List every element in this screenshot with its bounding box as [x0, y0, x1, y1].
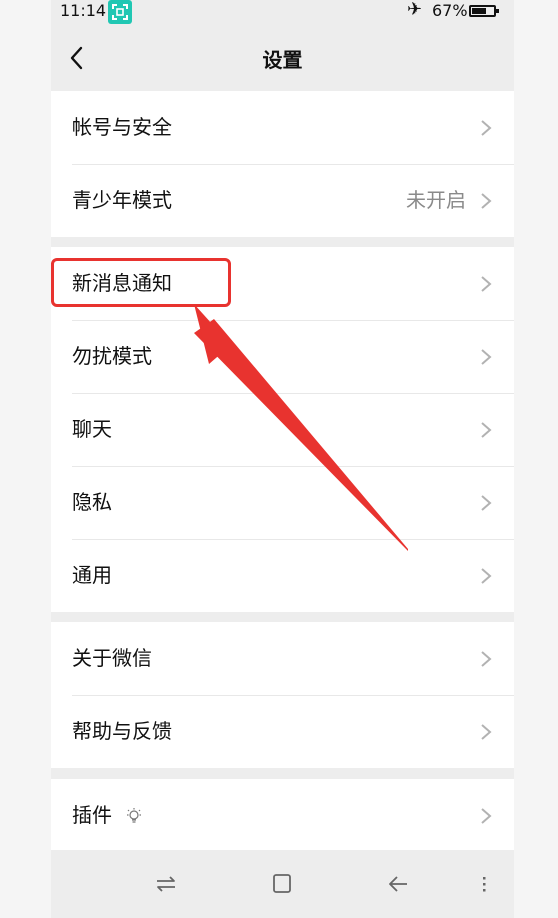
chevron-right-icon [481, 724, 492, 740]
chevron-right-icon [481, 808, 492, 824]
item-label: 插件 [72, 803, 112, 827]
chevron-right-icon [481, 193, 492, 209]
settings-item-plugins[interactable]: 插件 [51, 779, 514, 850]
home-square-icon[interactable] [271, 874, 293, 894]
settings-item-do-not-disturb[interactable]: 勿扰模式 [51, 320, 514, 393]
menu-dots-icon[interactable] [479, 874, 489, 894]
settings-item-teen-mode[interactable]: 青少年模式 未开启 [51, 164, 514, 237]
settings-item-account-security[interactable]: 帐号与安全 [51, 91, 514, 164]
scan-frame-icon [108, 0, 132, 24]
settings-item-about-wechat[interactable]: 关于微信 [51, 622, 514, 695]
settings-group-plugins: 插件 [51, 779, 514, 850]
chevron-right-icon [481, 349, 492, 365]
chevron-right-icon [481, 568, 492, 584]
settings-item-general[interactable]: 通用 [51, 539, 514, 612]
item-label: 关于微信 [72, 646, 152, 670]
settings-item-privacy[interactable]: 隐私 [51, 466, 514, 539]
item-label: 勿扰模式 [72, 344, 152, 368]
item-value: 未开启 [406, 188, 466, 212]
system-nav-bar [51, 850, 514, 918]
battery-percent: 67% [432, 1, 468, 20]
settings-item-help-feedback[interactable]: 帮助与反馈 [51, 695, 514, 768]
page-title: 设置 [262, 48, 303, 72]
status-time: 11:14 [60, 1, 107, 20]
item-label: 帮助与反馈 [72, 719, 172, 743]
switch-apps-icon[interactable] [155, 874, 177, 894]
chevron-right-icon [481, 422, 492, 438]
settings-group-about: 关于微信 帮助与反馈 [51, 622, 514, 768]
nav-bar: 设置 [51, 24, 514, 90]
chevron-right-icon [481, 276, 492, 292]
chevron-right-icon [481, 120, 492, 136]
lightbulb-icon [127, 808, 141, 823]
settings-group-main: 新消息通知 勿扰模式 聊天 隐私 通用 [51, 247, 514, 612]
phone-screen: 11:14 ✈ 67% 设置 帐号与安全 青少年模式 未开启 新消息通知 勿扰模… [51, 0, 514, 918]
item-label: 聊天 [72, 417, 112, 441]
item-label: 隐私 [72, 490, 112, 514]
settings-item-new-message-notification[interactable]: 新消息通知 [51, 247, 514, 320]
item-label: 青少年模式 [72, 188, 172, 212]
item-label: 帐号与安全 [72, 115, 172, 139]
item-label: 通用 [72, 563, 112, 587]
chevron-right-icon [481, 651, 492, 667]
item-label: 新消息通知 [72, 271, 172, 295]
chevron-right-icon [481, 495, 492, 511]
airplane-icon: ✈ [407, 0, 423, 20]
settings-group-account: 帐号与安全 青少年模式 未开启 [51, 91, 514, 237]
status-bar: 11:14 ✈ 67% [51, 0, 514, 24]
settings-item-chat[interactable]: 聊天 [51, 393, 514, 466]
back-arrow-icon[interactable] [387, 874, 409, 894]
battery-icon [469, 5, 499, 17]
